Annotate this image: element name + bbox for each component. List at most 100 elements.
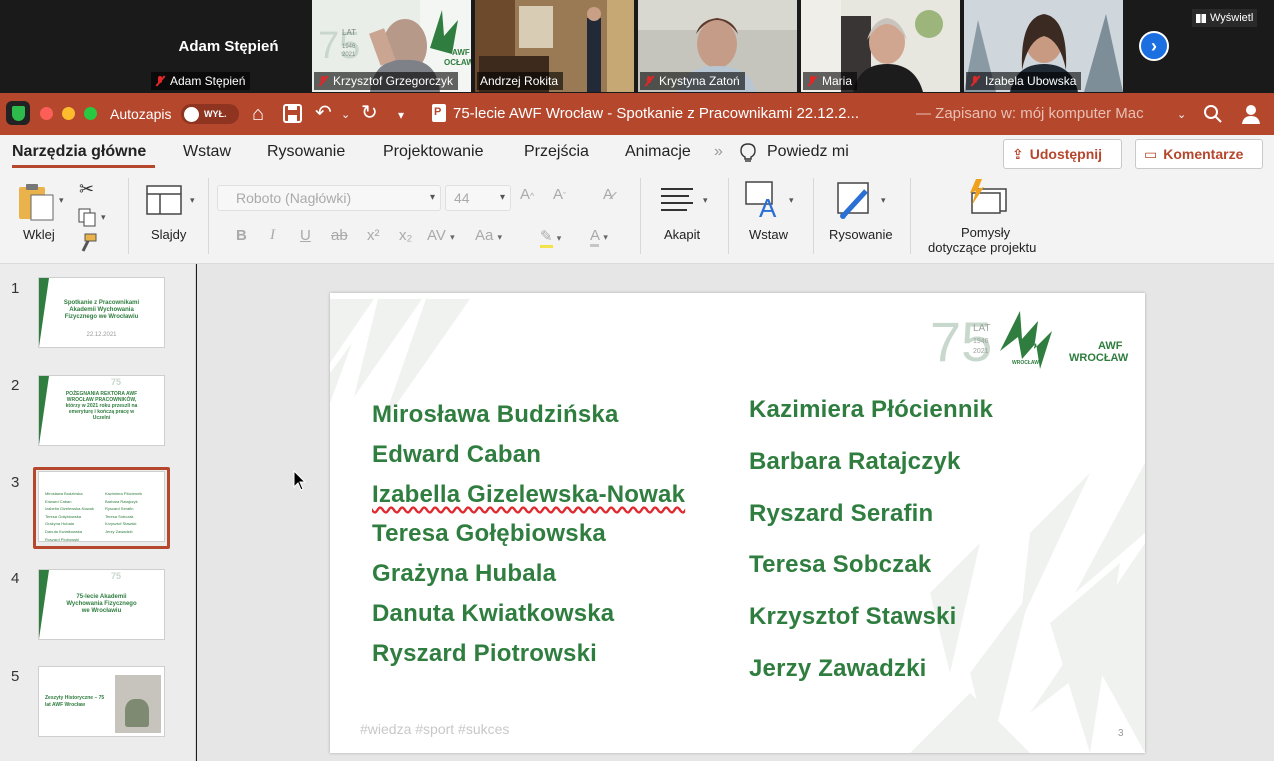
font-color-icon[interactable]: A ▾ — [590, 227, 608, 247]
svg-text:1946: 1946 — [342, 44, 356, 50]
name-right-3[interactable]: Ryszard Serafin — [749, 500, 933, 528]
view-button[interactable]: Wyświetl — [1192, 9, 1258, 27]
slide-number: 2 — [11, 377, 20, 394]
maximize-window-button[interactable] — [84, 107, 97, 120]
logo-year-end: 2021 — [973, 348, 989, 355]
autosave-toggle[interactable]: WYŁ. — [181, 104, 239, 124]
name-left-5[interactable]: Grażyna Hubala — [372, 560, 556, 588]
name-right-2[interactable]: Barbara Ratajczyk — [749, 448, 961, 476]
drawing-shapes-icon[interactable] — [836, 181, 876, 221]
minimize-window-button[interactable] — [62, 107, 75, 120]
new-slide-layout-icon[interactable] — [146, 185, 182, 215]
name-left-7[interactable]: Ryszard Piotrowski — [372, 640, 597, 668]
title-dropdown-icon[interactable]: ⌄ — [1177, 105, 1186, 125]
share-person-icon[interactable] — [1240, 103, 1262, 125]
font-size-select[interactable]: 44 ▾ — [445, 185, 511, 211]
participant-tile-krystyna[interactable]: Krystyna Zatoń — [638, 0, 797, 92]
slide-thumbnail-4[interactable]: 75 75-lecie Akademii Wychowania Fizyczne… — [38, 569, 165, 640]
slide-thumbnail-2[interactable]: 75 POŻEGNANIA REKTORA AWF WROCŁAW PRACOW… — [38, 375, 165, 446]
slide-thumbnail-5[interactable]: Zeszyty Historyczne – 75 lat AWF Wrocław — [38, 666, 165, 737]
comments-button[interactable]: ▭ Komentarze — [1135, 139, 1263, 169]
participant-tile-adam[interactable]: Adam Stępień Adam Stępień — [149, 0, 308, 92]
underline-button[interactable]: U — [300, 227, 311, 244]
bold-button[interactable]: B — [236, 227, 247, 244]
home-icon[interactable]: ⌂ — [252, 104, 264, 124]
next-page-button[interactable]: › — [1139, 31, 1169, 61]
redo-icon[interactable]: ↻ — [361, 103, 378, 123]
tab-home[interactable]: Narzędzia główne — [12, 143, 146, 161]
search-icon[interactable] — [1203, 104, 1222, 123]
name-left-6[interactable]: Danuta Kwiatkowska — [372, 600, 614, 628]
undo-dropdown-icon[interactable]: ⌄ — [341, 105, 350, 125]
logo-wroclaw: WROCŁAW — [1069, 352, 1129, 364]
tab-draw[interactable]: Rysowanie — [267, 143, 345, 161]
undo-icon[interactable]: ↶ — [315, 103, 332, 123]
insert-textbox-icon[interactable]: A — [745, 181, 781, 219]
italic-button[interactable]: I — [270, 227, 275, 244]
slide-editor: 75 LAT 1946 2021 WROCŁAW AWF WROCŁAW Mir… — [197, 264, 1274, 761]
security-shield-icon[interactable] — [6, 101, 30, 125]
align-paragraph-icon[interactable] — [659, 186, 695, 212]
grow-font-button[interactable]: A^ — [520, 186, 534, 203]
participant-nametag: Adam Stępień — [151, 72, 251, 90]
paste-label: Wklej — [23, 227, 55, 242]
clear-formatting-icon[interactable]: A̷ — [603, 186, 613, 203]
designer-label-line2: dotyczące projektu — [928, 240, 1037, 255]
format-painter-icon[interactable] — [78, 233, 98, 253]
name-right-1[interactable]: Kazimiera Płóciennik — [749, 396, 993, 424]
slide-thumbnails-panel: 1 Spotkanie z Pracownikami Akademii Wych… — [0, 264, 196, 761]
paste-dropdown-icon[interactable]: ▾ — [59, 195, 64, 206]
selected-slide-frame — [33, 467, 170, 549]
paragraph-label: Akapit — [664, 227, 701, 242]
name-right-6[interactable]: Jerzy Zawadzki — [749, 655, 927, 683]
video-gallery: Adam Stępień Adam Stępień 75 LAT 1946 20… — [0, 0, 1274, 93]
tab-insert[interactable]: Wstaw — [183, 143, 231, 161]
slide-thumbnail-1[interactable]: Spotkanie z Pracownikami Akademii Wychow… — [38, 277, 165, 348]
change-case-button[interactable]: Aa ▾ — [475, 227, 502, 244]
drawing-dropdown-icon[interactable]: ▾ — [881, 195, 886, 206]
subscript-button[interactable]: x₂ — [399, 227, 412, 244]
tab-transitions[interactable]: Przejścia — [524, 143, 589, 161]
participant-nametag: Izabela Ubowska — [966, 72, 1082, 90]
cut-scissors-icon[interactable]: ✂ — [79, 179, 94, 200]
tab-design[interactable]: Projektowanie — [383, 143, 484, 161]
logo-year-start: 1946 — [973, 338, 989, 345]
close-window-button[interactable] — [40, 107, 53, 120]
participant-tile-maria[interactable]: Maria — [801, 0, 960, 92]
tell-me-search[interactable]: Powiedz mi — [767, 143, 849, 161]
designer-ideas-icon[interactable] — [966, 179, 1008, 215]
customize-toolbar-icon[interactable]: ▾ — [398, 105, 404, 125]
screen: Adam Stępień Adam Stępień 75 LAT 1946 20… — [0, 0, 1274, 761]
participant-tile-krzysztof[interactable]: 75 LAT 1946 2021 AWF OCŁAW Krzysztof Grz… — [312, 0, 471, 92]
participant-tile-izabela[interactable]: Izabela Ubowska — [964, 0, 1123, 92]
more-tabs-icon[interactable]: » — [714, 143, 723, 161]
name-left-1[interactable]: Mirosława Budzińska — [372, 401, 619, 429]
save-icon[interactable] — [283, 104, 302, 123]
slides-dropdown-icon[interactable]: ▾ — [190, 195, 195, 206]
strikethrough-button[interactable]: ab — [331, 227, 348, 244]
copy-icon[interactable] — [77, 207, 97, 227]
awf-75-logo: 75 LAT 1946 2021 WROCŁAW AWF WROCŁAW — [930, 310, 1129, 373]
character-spacing-button[interactable]: AV ▾ — [427, 227, 455, 244]
superscript-button[interactable]: x² — [367, 227, 380, 244]
logo-lat: LAT — [973, 323, 991, 334]
highlight-icon[interactable]: ✎ ▾ — [540, 227, 561, 248]
paste-clipboard-icon[interactable] — [17, 182, 57, 222]
font-family-select[interactable]: Roboto (Nagłówki) ▾ — [217, 185, 441, 211]
shrink-font-button[interactable]: Aˇ — [553, 186, 566, 203]
ribbon-separator — [910, 178, 911, 254]
grid-view-icon — [1196, 13, 1206, 23]
name-left-2[interactable]: Edward Caban — [372, 441, 541, 469]
font-dropdown-icon: ▾ — [429, 192, 435, 203]
tab-animations[interactable]: Animacje — [625, 143, 691, 161]
insert-dropdown-icon[interactable]: ▾ — [789, 195, 794, 206]
name-right-5[interactable]: Krzysztof Stawski — [749, 603, 956, 631]
name-right-4[interactable]: Teresa Sobczak — [749, 551, 931, 579]
name-left-3[interactable]: Izabella Gizelewska-Nowak — [372, 481, 685, 509]
copy-dropdown-icon[interactable]: ▾ — [101, 212, 106, 223]
share-button[interactable]: ⇪ Udostępnij — [1003, 139, 1122, 169]
name-left-4[interactable]: Teresa Gołębiowska — [372, 520, 606, 548]
current-slide[interactable]: 75 LAT 1946 2021 WROCŁAW AWF WROCŁAW Mir… — [330, 293, 1145, 753]
participant-tile-andrzej[interactable]: Andrzej Rokita — [475, 0, 634, 92]
paragraph-dropdown-icon[interactable]: ▾ — [703, 195, 708, 206]
